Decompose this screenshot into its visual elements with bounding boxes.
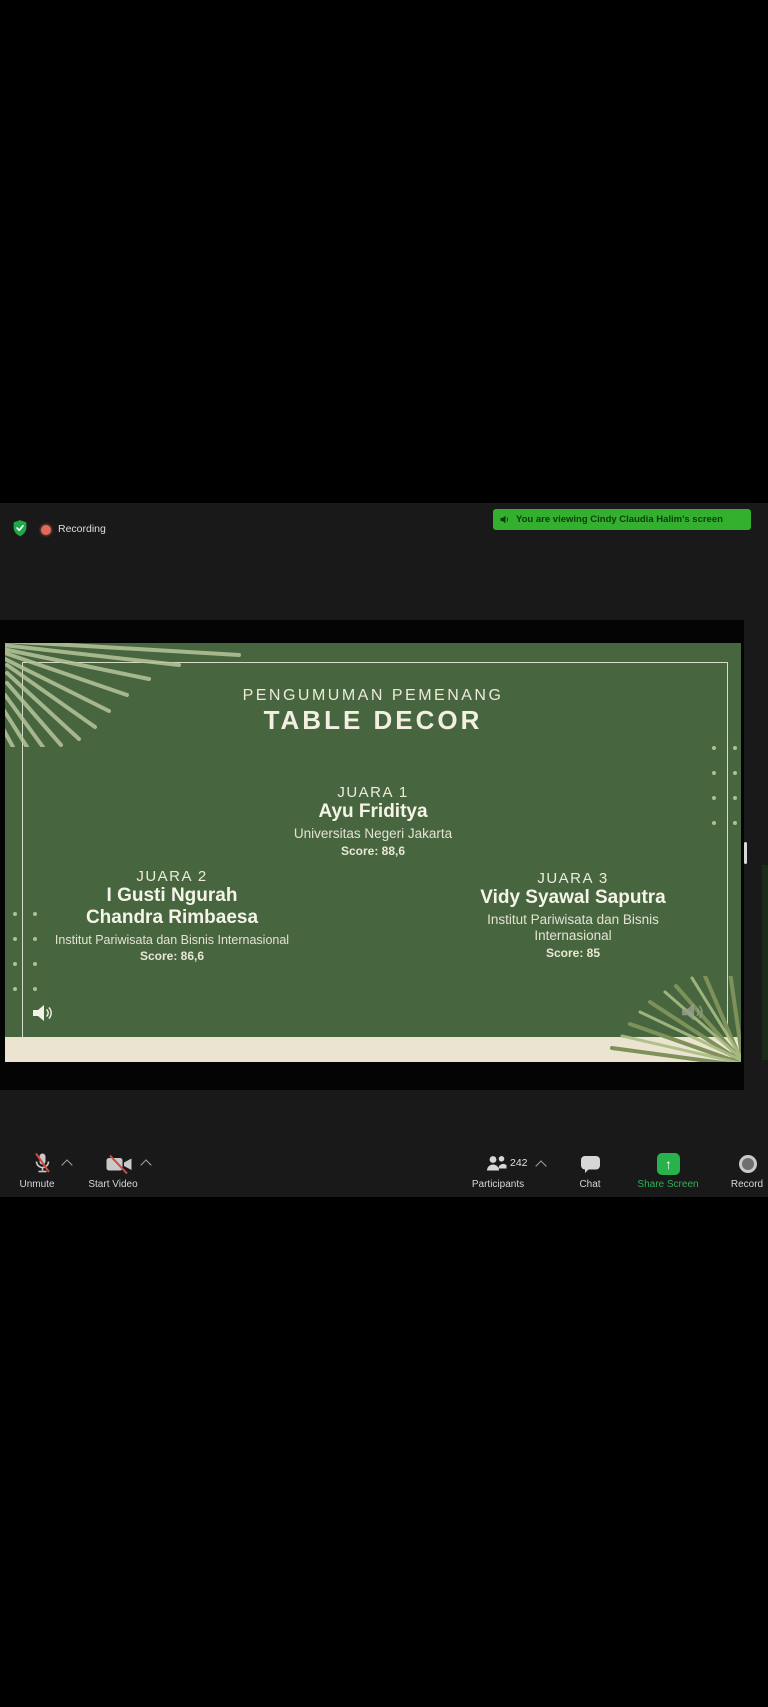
record-icon[interactable] [739, 1155, 757, 1173]
recording-label: Recording [58, 523, 106, 535]
winner-3-rank: JUARA 3 [433, 870, 713, 887]
palm-leaf-top-left-icon [5, 643, 249, 747]
winner-2-institution: Institut Pariwisata dan Bisnis Internasi… [5, 933, 339, 947]
deco-dot [13, 937, 17, 941]
deco-dot [733, 746, 737, 750]
deco-dot [712, 796, 716, 800]
scrollbar-thumb[interactable] [744, 842, 747, 864]
deco-dot [33, 912, 37, 916]
security-shield-icon[interactable] [11, 519, 29, 537]
deco-dot [712, 746, 716, 750]
participants-button[interactable]: Participants [472, 1179, 524, 1190]
deco-dot [13, 962, 17, 966]
participants-icon[interactable] [486, 1155, 507, 1178]
winner-2-block: JUARA 2 I Gusti Ngurah Chandra Rimbaesa … [5, 868, 339, 963]
winner-1-rank: JUARA 1 [5, 784, 741, 801]
deco-dot [13, 912, 17, 916]
deco-dot [712, 771, 716, 775]
winner-3-institution-line2: Internasional [433, 928, 713, 944]
start-video-button[interactable]: Start Video [88, 1179, 137, 1190]
winner-3-score: Score: 85 [433, 946, 713, 960]
deco-dot [33, 962, 37, 966]
deco-dot [33, 937, 37, 941]
deco-dot [733, 796, 737, 800]
recording-dot-icon [41, 525, 51, 535]
deco-dot [13, 987, 17, 991]
deco-dot [733, 821, 737, 825]
record-button[interactable]: Record [731, 1179, 763, 1190]
winner-2-name-line2: Chandra Rimbaesa [5, 907, 339, 929]
winner-3-name: Vidy Syawal Saputra [433, 887, 713, 909]
volume-icon-muted [681, 1001, 705, 1028]
presentation-slide: PENGUMUMAN PEMENANG TABLE DECOR JUARA 1 … [5, 643, 741, 1062]
winner-1-score: Score: 88,6 [5, 844, 741, 858]
banner-audio-icon [500, 514, 511, 525]
adjacent-panel-edge [762, 865, 768, 1060]
winner-1-name: Ayu Friditya [5, 801, 741, 823]
share-screen-icon[interactable]: ↑ [657, 1153, 680, 1175]
screen-viewing-banner[interactable]: You are viewing Cindy Claudia Halim's sc… [493, 509, 751, 530]
winner-2-rank: JUARA 2 [5, 868, 339, 885]
palm-leaf-bottom-right-icon [610, 976, 741, 1062]
winner-1-block: JUARA 1 Ayu Friditya Universitas Negeri … [5, 784, 741, 858]
winner-2-name-line1: I Gusti Ngurah [5, 885, 339, 907]
deco-dot [712, 821, 716, 825]
deco-dot [733, 771, 737, 775]
mic-muted-icon[interactable] [33, 1152, 52, 1180]
video-muted-icon[interactable] [106, 1155, 133, 1179]
share-screen-button[interactable]: Share Screen [637, 1179, 698, 1190]
winner-3-block: JUARA 3 Vidy Syawal Saputra Institut Par… [433, 870, 713, 960]
participants-count: 242 [510, 1157, 528, 1169]
unmute-button[interactable]: Unmute [19, 1179, 54, 1190]
chat-button[interactable]: Chat [579, 1179, 600, 1190]
winner-1-institution: Universitas Negeri Jakarta [5, 826, 741, 842]
volume-icon [32, 1003, 54, 1028]
winner-3-institution-line1: Institut Pariwisata dan Bisnis [433, 912, 713, 928]
banner-text: You are viewing Cindy Claudia Halim's sc… [516, 514, 723, 525]
winner-2-score: Score: 86,6 [5, 949, 339, 963]
deco-dot [33, 987, 37, 991]
chat-icon[interactable] [580, 1155, 601, 1179]
